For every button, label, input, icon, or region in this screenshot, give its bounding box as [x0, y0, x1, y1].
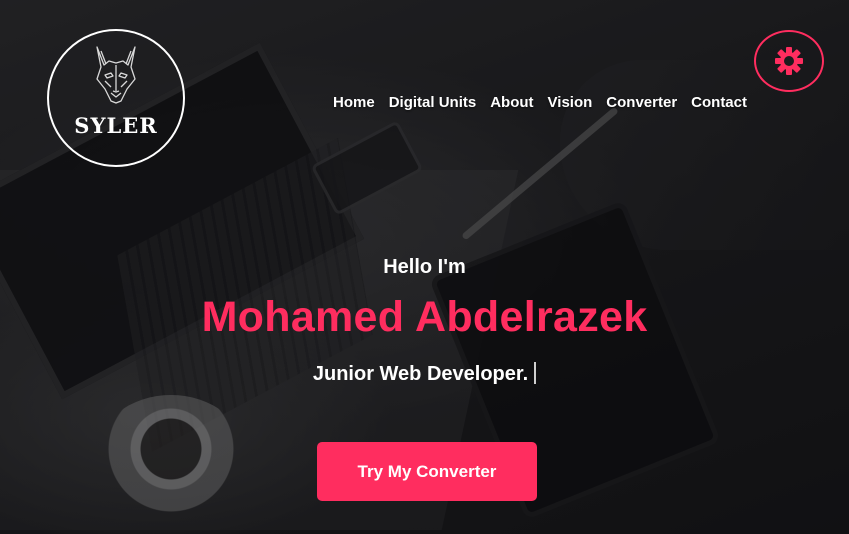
hero-role: Junior Web Developer.: [312, 363, 529, 385]
site-logo[interactable]: SYLER: [47, 29, 185, 167]
hero-role-line: Junior Web Developer.: [0, 362, 849, 386]
nav-item-about[interactable]: About: [490, 94, 533, 111]
nav-item-contact[interactable]: Contact: [691, 94, 747, 111]
typing-cursor: [534, 362, 537, 384]
try-converter-button[interactable]: Try My Converter: [317, 442, 537, 501]
hero-name: Mohamed Abdelrazek: [201, 293, 648, 341]
nav-item-vision[interactable]: Vision: [548, 94, 593, 111]
nav-item-digital-units[interactable]: Digital Units: [389, 94, 477, 111]
nav-item-home[interactable]: Home: [333, 94, 375, 111]
main-nav: Home Digital Units About Vision Converte…: [333, 94, 747, 111]
nav-item-converter[interactable]: Converter: [606, 94, 677, 111]
hero-greeting: Hello I'm: [383, 256, 466, 278]
settings-button[interactable]: [754, 30, 824, 92]
gear-icon: [775, 47, 803, 75]
hero-section: Hello I'm Mohamed Abdelrazek Junior Web …: [0, 256, 849, 386]
wolf-icon: [96, 46, 136, 104]
logo-text: SYLER: [74, 113, 158, 138]
